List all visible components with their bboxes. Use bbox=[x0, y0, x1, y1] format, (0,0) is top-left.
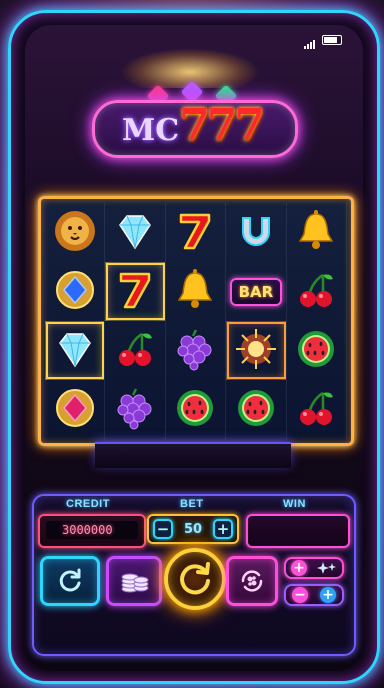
bar-symbol: BAR bbox=[229, 277, 283, 306]
reel-cell bbox=[166, 321, 227, 380]
bet-value: 50 bbox=[183, 521, 203, 537]
watermelon-icon bbox=[293, 326, 339, 376]
reel-cell bbox=[105, 203, 166, 262]
ruby-gem-icon bbox=[52, 385, 98, 435]
bet-decrease-button[interactable]: − bbox=[153, 519, 173, 539]
reel-cell bbox=[226, 203, 287, 262]
horseshoe-icon bbox=[233, 208, 279, 258]
coins-button[interactable] bbox=[106, 556, 162, 606]
credit-display: 3000000 bbox=[38, 514, 146, 548]
reel-frame: BAR bbox=[38, 196, 354, 446]
refresh-icon bbox=[59, 568, 81, 592]
reel-cell bbox=[287, 203, 347, 262]
battery-icon bbox=[322, 34, 342, 45]
spin-arrow-icon bbox=[180, 562, 210, 595]
diamond-icon bbox=[52, 326, 98, 376]
watermelon-icon bbox=[233, 385, 279, 435]
reel-cell bbox=[105, 262, 166, 321]
status-bar bbox=[304, 30, 342, 49]
speed-toggle-button[interactable]: + bbox=[284, 557, 344, 579]
machine-pedestal bbox=[95, 442, 291, 468]
bell-icon bbox=[172, 267, 218, 317]
game-logo: MC777 bbox=[92, 80, 298, 166]
lion-icon bbox=[52, 208, 98, 258]
reel-cell bbox=[287, 262, 347, 321]
autoplay-icon bbox=[241, 570, 263, 592]
autoplay-button[interactable] bbox=[226, 556, 278, 606]
reel-cell bbox=[226, 380, 287, 439]
reel-cell bbox=[45, 262, 106, 321]
reel-cell bbox=[105, 380, 166, 439]
win-label: WIN bbox=[283, 498, 306, 510]
signal-bars-icon bbox=[304, 30, 316, 49]
reel-grid: BAR bbox=[45, 203, 347, 439]
grapes-icon bbox=[172, 326, 218, 376]
reel-cell bbox=[166, 380, 227, 439]
game-screen: MC777 BAR CREDIT BET WIN 3000000 − 50 + bbox=[0, 0, 384, 688]
reel-cell bbox=[45, 203, 106, 262]
reel-cell bbox=[105, 321, 166, 380]
sapphire-gem-icon bbox=[52, 267, 98, 317]
cherry-icon bbox=[293, 385, 339, 435]
bet-selector: − 50 + bbox=[147, 514, 239, 544]
watermelon-icon bbox=[172, 385, 218, 435]
seven-icon bbox=[112, 267, 158, 317]
grapes-icon bbox=[112, 385, 158, 435]
lines-plus-button[interactable]: + bbox=[320, 587, 336, 603]
bet-increase-button[interactable]: + bbox=[213, 519, 233, 539]
logo-prefix: MC bbox=[122, 113, 180, 148]
reel-cell bbox=[166, 203, 227, 262]
diamond-icon bbox=[112, 208, 158, 258]
reel-cell bbox=[166, 262, 227, 321]
star-burst-icon bbox=[233, 326, 279, 376]
logo-text: MC777 bbox=[92, 102, 292, 159]
cherry-icon bbox=[293, 267, 339, 317]
sparkle-icon bbox=[317, 562, 336, 574]
reel-cell bbox=[45, 321, 106, 380]
small-plus-button[interactable]: + bbox=[291, 560, 307, 576]
win-display bbox=[246, 514, 350, 548]
refresh-button[interactable] bbox=[40, 556, 100, 606]
lines-minus-button[interactable]: − bbox=[292, 587, 308, 603]
reel-cell bbox=[45, 380, 106, 439]
credit-label: CREDIT bbox=[66, 498, 110, 510]
reel-cell bbox=[287, 380, 347, 439]
reel-cell bbox=[226, 321, 287, 380]
lines-adjust-button[interactable]: − + bbox=[284, 584, 344, 606]
reel-cell: BAR bbox=[226, 262, 287, 321]
bell-icon bbox=[293, 208, 339, 258]
coin-stack-icon bbox=[121, 573, 149, 593]
seven-icon bbox=[172, 208, 218, 258]
cherry-icon bbox=[112, 326, 158, 376]
bet-label: BET bbox=[180, 498, 204, 510]
credit-value: 3000000 bbox=[46, 521, 138, 539]
reel-cell bbox=[287, 321, 347, 380]
spin-button[interactable] bbox=[164, 548, 226, 610]
logo-number: 777 bbox=[179, 100, 265, 151]
